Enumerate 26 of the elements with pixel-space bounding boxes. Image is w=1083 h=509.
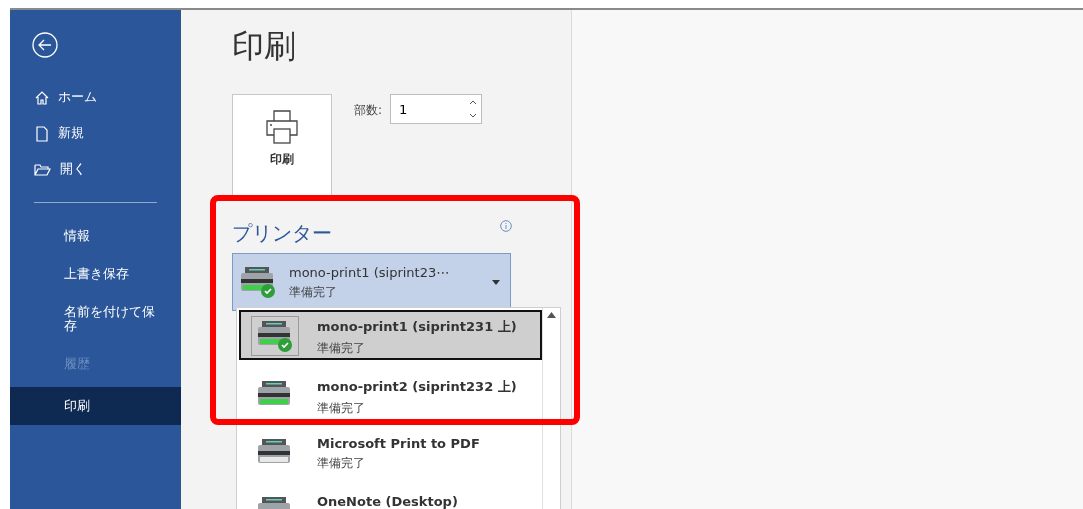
sidebar-item[interactable]: 新規 bbox=[10, 116, 181, 152]
print-button[interactable]: 印刷 bbox=[232, 94, 332, 198]
printer-option[interactable]: mono-print2 (siprint232 上) 準備完了 bbox=[239, 368, 542, 418]
printer-option[interactable]: Microsoft Print to PDF 準備完了 bbox=[239, 426, 542, 476]
info-icon[interactable] bbox=[500, 220, 512, 232]
printer-icon bbox=[264, 109, 300, 145]
sidebar-item[interactable]: 開く bbox=[10, 152, 181, 188]
folder-icon bbox=[34, 162, 52, 178]
dropdown-caret-icon bbox=[492, 279, 500, 285]
printer-option[interactable]: mono-print1 (siprint231 上) 準備完了 bbox=[239, 310, 542, 360]
printer-dropdown[interactable]: mono-print1 (siprint23⋯ 準備完了 bbox=[232, 253, 511, 311]
copies-field[interactable]: 1 bbox=[390, 94, 483, 124]
sidebar-item[interactable]: 情報 bbox=[10, 217, 181, 255]
printer-option[interactable]: OneNote (Desktop) bbox=[239, 484, 542, 509]
back-icon[interactable] bbox=[32, 32, 58, 58]
copies-label: 部数: bbox=[354, 102, 383, 119]
sidebar-item[interactable]: 上書き保存 bbox=[10, 255, 181, 293]
spinner-icon[interactable] bbox=[469, 98, 478, 120]
home-icon bbox=[34, 90, 50, 106]
document-icon bbox=[34, 126, 50, 142]
sidebar-item[interactable]: 印刷 bbox=[10, 387, 181, 425]
section-heading: プリンター bbox=[232, 220, 332, 247]
sidebar-item[interactable]: 名前を付けて保存 bbox=[10, 293, 181, 345]
scroll-up-icon[interactable] bbox=[547, 312, 556, 318]
page-title: 印刷 bbox=[232, 26, 297, 66]
sidebar-item[interactable]: ホーム bbox=[10, 80, 181, 116]
